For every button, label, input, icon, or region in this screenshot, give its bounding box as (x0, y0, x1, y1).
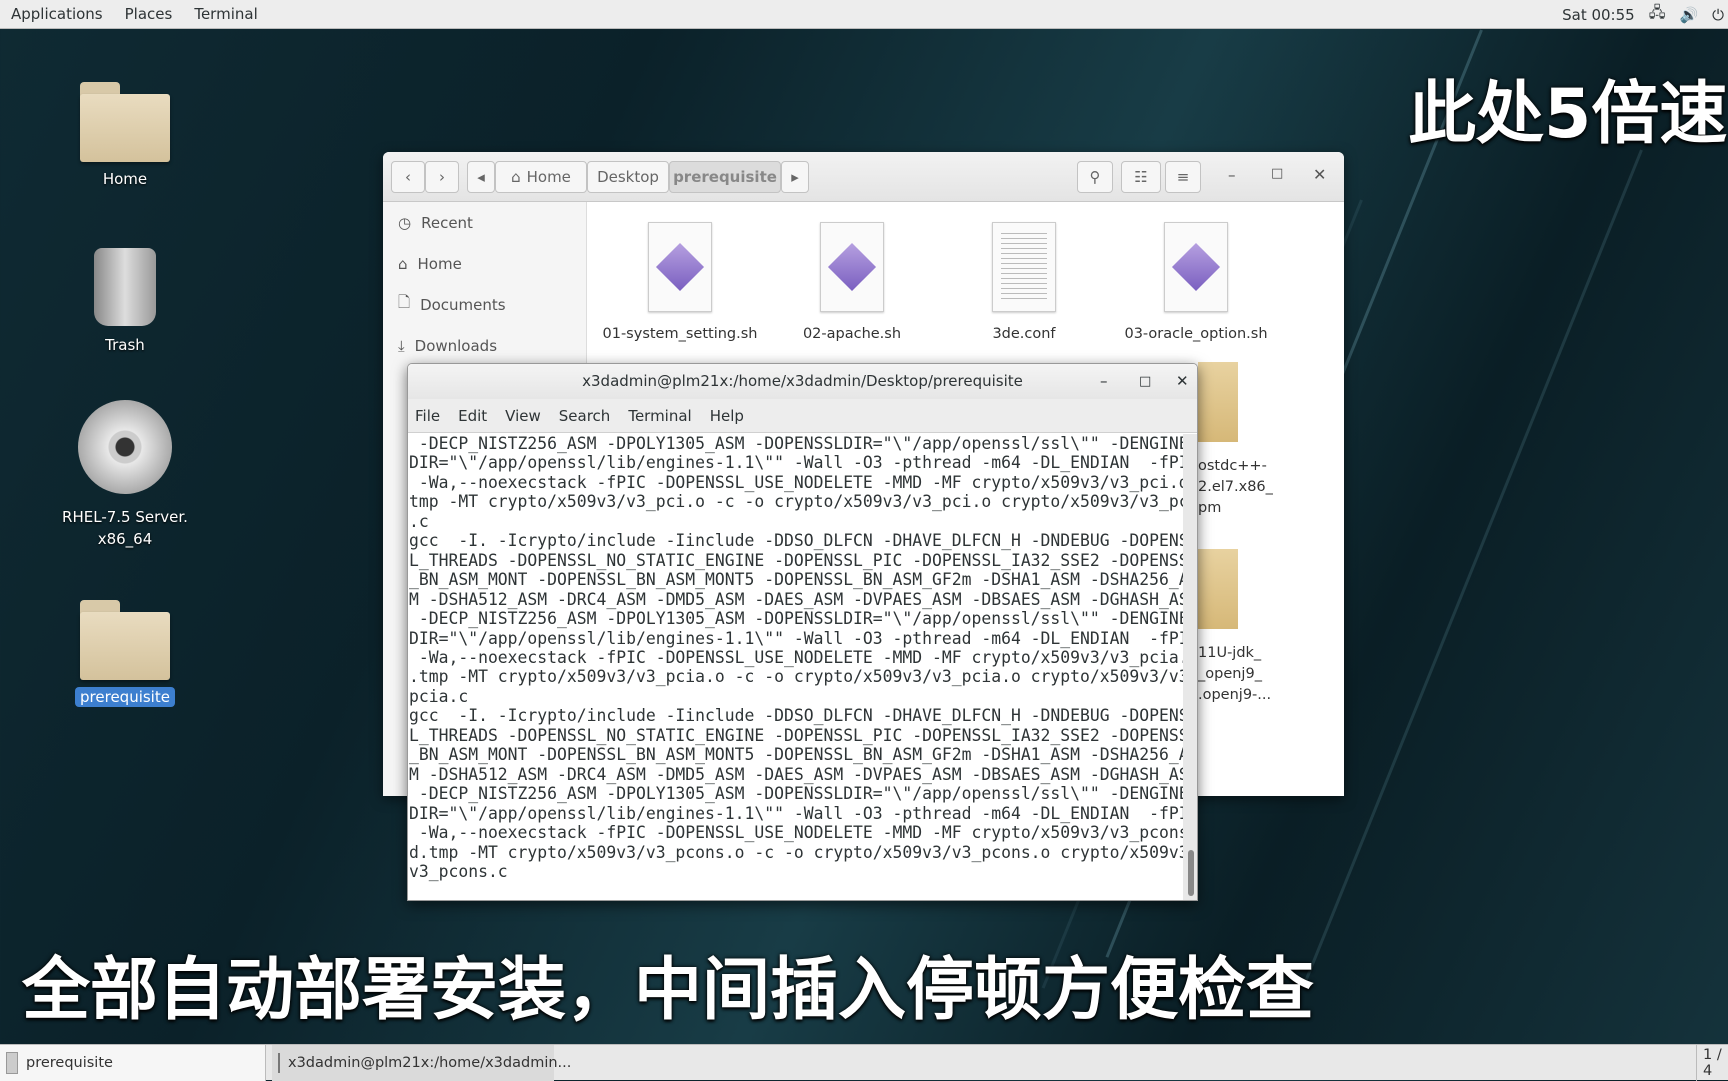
menu-terminal[interactable]: Terminal (183, 5, 268, 23)
menu-terminal[interactable]: Terminal (628, 407, 691, 425)
file-label: 01-system_setting.sh (602, 326, 758, 342)
menu-view[interactable]: View (505, 407, 541, 425)
path-prerequisite[interactable]: prerequisite (669, 161, 781, 193)
menu-edit[interactable]: Edit (458, 407, 487, 425)
forward-button[interactable]: › (425, 161, 459, 193)
home-icon: ⌂ (398, 254, 408, 273)
text-file-icon (992, 222, 1056, 312)
maximize-button[interactable]: □ (1271, 166, 1283, 181)
workspace-label: 1 / 4 (1703, 1047, 1722, 1079)
file-item[interactable]: 02-apache.sh (767, 222, 937, 342)
maximize-button[interactable]: □ (1139, 364, 1151, 399)
taskbar-label: x3dadmin@plm21x:/home/x3dadmin... (288, 1055, 572, 1071)
top-panel: Applications Places Terminal Sat 00:55 🖧… (0, 0, 1728, 29)
desktop-icon-label: RHEL-7.5 Server. x86_64 (62, 508, 188, 548)
path-right-button[interactable]: ▸ (781, 161, 809, 193)
script-file-icon (1164, 222, 1228, 312)
menu-help[interactable]: Help (710, 407, 744, 425)
script-file-icon (648, 222, 712, 312)
file-item[interactable]: 3de.conf (939, 222, 1109, 342)
minimize-button[interactable]: – (1228, 166, 1236, 184)
terminal-window: x3dadmin@plm21x:/home/x3dadmin/Desktop/p… (407, 363, 1198, 901)
path-desktop[interactable]: Desktop (587, 161, 669, 193)
home-folder-icon (80, 82, 170, 162)
sidebar-item-recent[interactable]: ◷ Recent (383, 202, 586, 243)
search-icon: ⚲ (1089, 168, 1101, 186)
desktop-icon-label: Home (102, 170, 148, 188)
script-file-icon (820, 222, 884, 312)
view-options-button[interactable]: ☷ (1121, 161, 1161, 193)
file-manager-icon (6, 1052, 18, 1074)
taskbar-label: prerequisite (26, 1055, 113, 1071)
desktop-icon-dvd[interactable]: RHEL-7.5 Server. x86_64 (60, 400, 190, 550)
desktop-icon-label: prerequisite (75, 687, 175, 707)
menu-button[interactable]: ≡ (1165, 161, 1201, 193)
subtitle-caption: 全部自动部署安装，中间插入停顿方便检查 (22, 951, 1315, 1030)
volume-icon[interactable]: 🔊 (1679, 6, 1698, 24)
power-icon[interactable]: ⏻ (1712, 6, 1724, 24)
clock[interactable]: Sat 00:55 (1562, 6, 1635, 24)
terminal-scrollbar[interactable] (1183, 434, 1197, 900)
hamburger-icon: ≡ (1176, 168, 1190, 186)
sidebar-item-documents[interactable]: 🗋 Documents (383, 284, 586, 325)
home-icon: ⌂ (511, 168, 521, 186)
close-button[interactable]: ✕ (1176, 364, 1189, 399)
file-label: ostdc++- 2.el7.x86_ pm (1198, 458, 1273, 516)
file-label: 11U-jdk_ _openj9_ .openj9-... (1198, 645, 1272, 703)
path-label: Home (526, 168, 571, 186)
desktop-icon-label: Trash (105, 336, 145, 354)
terminal-titlebar: x3dadmin@plm21x:/home/x3dadmin/Desktop/p… (408, 364, 1197, 399)
path-label: prerequisite (673, 168, 777, 186)
menu-places[interactable]: Places (114, 5, 184, 23)
path-label: Desktop (597, 168, 659, 186)
list-view-icon: ☷ (1134, 168, 1148, 186)
menu-search[interactable]: Search (559, 407, 611, 425)
menu-file[interactable]: File (415, 407, 440, 425)
download-icon: ⤓ (398, 336, 405, 355)
terminal-output[interactable]: -DECP_NISTZ256_ASM -DPOLY1305_ASM -DOPEN… (408, 434, 1183, 900)
speed-caption: 此处5倍速 (1408, 75, 1728, 154)
sidebar-label: Downloads (414, 336, 498, 355)
menu-applications[interactable]: Applications (0, 5, 114, 23)
desktop-icon-prerequisite[interactable]: prerequisite (60, 600, 190, 707)
file-item[interactable]: 03-oracle_option.sh (1111, 222, 1281, 342)
file-label: 3de.conf (992, 326, 1056, 342)
taskbar: prerequisite x3dadmin@plm21x:/home/x3dad… (0, 1044, 1728, 1081)
trash-icon (94, 248, 156, 326)
clock-icon: ◷ (398, 213, 412, 232)
file-item[interactable]: ostdc++- 2.el7.x86_ pm (1198, 362, 1273, 519)
taskbar-item-file-manager[interactable]: prerequisite (0, 1045, 266, 1081)
path-left-button[interactable]: ◂ (467, 161, 495, 193)
folder-icon (80, 600, 170, 680)
desktop-icon-trash[interactable]: Trash (60, 248, 190, 354)
sidebar-label: Documents (420, 295, 506, 314)
workspace-indicator[interactable]: 1 / 4 (1696, 1045, 1728, 1081)
file-label: 03-oracle_option.sh (1124, 326, 1268, 342)
taskbar-item-terminal[interactable]: x3dadmin@plm21x:/home/x3dadmin... (272, 1045, 571, 1081)
network-icon[interactable]: 🖧 (1649, 2, 1666, 27)
sidebar-item-home[interactable]: ⌂ Home (383, 243, 586, 284)
terminal-menubar: File Edit View Search Terminal Help (408, 399, 1197, 433)
search-button[interactable]: ⚲ (1077, 161, 1113, 193)
window-title: x3dadmin@plm21x:/home/x3dadmin/Desktop/p… (582, 372, 1023, 390)
path-home[interactable]: ⌂ Home (495, 161, 587, 193)
file-item[interactable]: 01-system_setting.sh (595, 222, 765, 342)
package-icon (1198, 549, 1238, 629)
document-icon: 🗋 (398, 293, 411, 311)
file-manager-header: ‹ › ◂ ⌂ Home Desktop prerequisite ▸ ⚲ ☷ ≡… (383, 152, 1344, 202)
package-icon (1198, 362, 1238, 442)
close-button[interactable]: ✕ (1313, 165, 1326, 184)
desktop-icon-home[interactable]: Home (60, 82, 190, 188)
sidebar-item-downloads[interactable]: ⤓ Downloads (383, 325, 586, 366)
file-item[interactable]: 11U-jdk_ _openj9_ .openj9-... (1198, 549, 1271, 706)
terminal-icon (278, 1053, 280, 1073)
minimize-button[interactable]: – (1100, 364, 1108, 399)
file-label: 02-apache.sh (802, 326, 902, 342)
back-button[interactable]: ‹ (391, 161, 425, 193)
sidebar-label: Recent (421, 213, 473, 232)
sidebar-label: Home (417, 254, 462, 273)
disc-icon (78, 400, 172, 494)
